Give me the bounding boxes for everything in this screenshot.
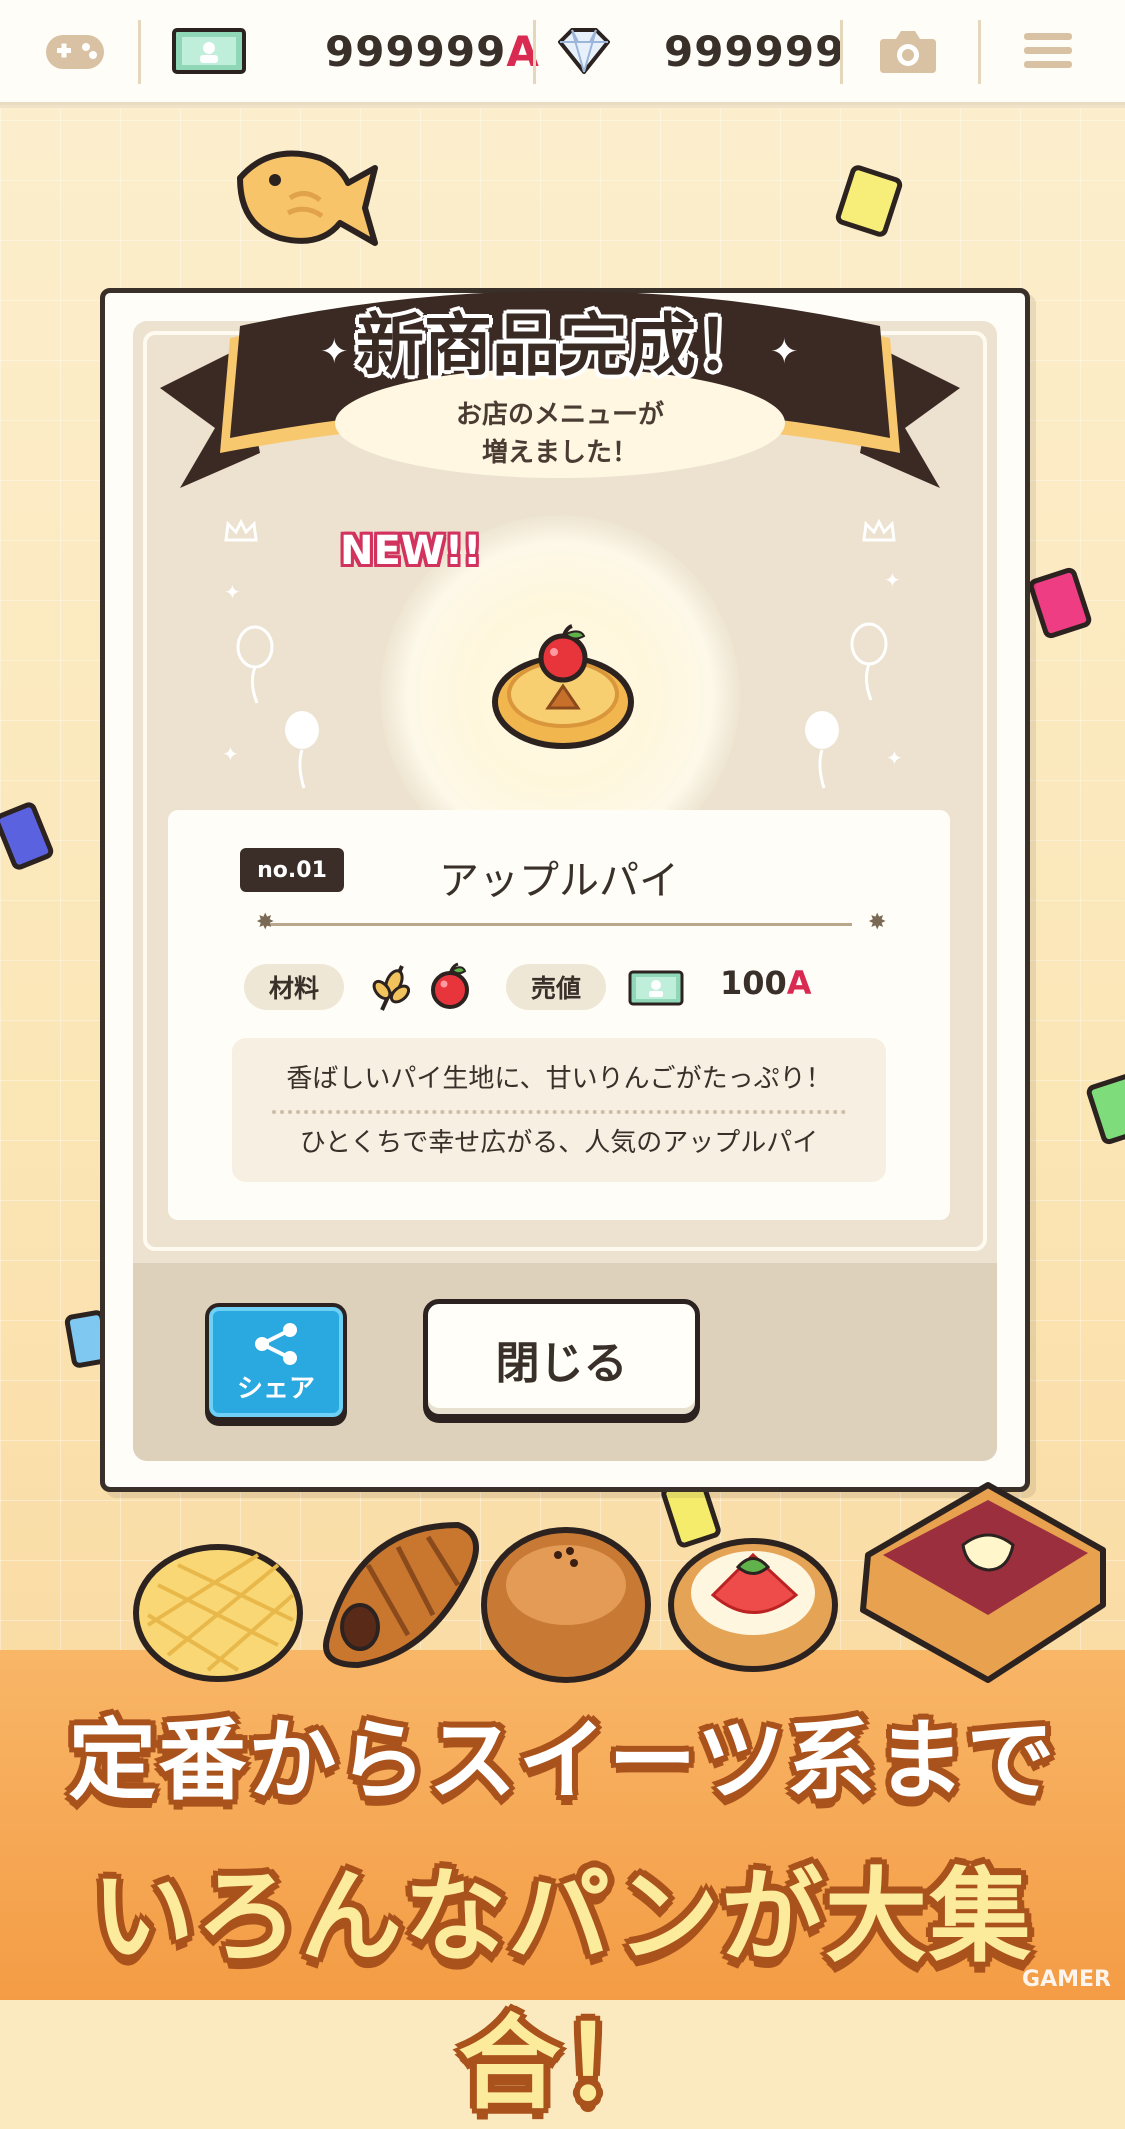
money-value: 999999: [325, 26, 507, 76]
crown-icon: [224, 518, 258, 542]
gem-value: 999999: [664, 26, 846, 76]
name-divider: [266, 923, 852, 926]
apple-pie-icon: [492, 624, 634, 749]
item-description: 香ばしいパイ生地に、甘いりんごがたっぷり！ ひとくちで幸せ広がる、人気のアップル…: [232, 1038, 886, 1182]
ingredients-label: 材料: [244, 964, 344, 1010]
taiyaki-icon: [237, 150, 378, 246]
balloon-icon: [850, 622, 888, 701]
banknote-icon: [628, 970, 684, 1006]
apple-icon: [431, 962, 469, 1009]
sparkle-icon: ✦: [222, 742, 239, 766]
camera-icon: [880, 31, 936, 73]
balloon-icon: [285, 711, 319, 789]
divider: [533, 20, 536, 84]
share-label: シェア: [236, 1374, 315, 1404]
sparkle-icon: ✦: [886, 746, 903, 770]
gamer-watermark: GAMER: [1022, 1967, 1111, 1992]
dialog-title: 新商品完成！: [355, 307, 764, 386]
description-line-2: ひとくちで幸せ広がる、人気のアップルパイ: [299, 1128, 819, 1158]
promo-line-1: 定番からスイーツ系まで: [68, 1709, 1057, 1812]
camera-button[interactable]: [878, 0, 938, 102]
close-button[interactable]: 閉じる: [423, 1299, 700, 1419]
new-badge: NEW!!: [340, 528, 482, 574]
gamepad-button[interactable]: [44, 0, 106, 102]
anpan-icon: [481, 1527, 651, 1683]
gamepad-icon: [46, 35, 104, 69]
banknote-icon: [172, 0, 246, 102]
divider: [840, 20, 843, 84]
diamond-icon: [556, 0, 612, 102]
wheat-icon: [372, 965, 411, 1011]
divider-star-icon: ✸: [868, 910, 887, 935]
crown-icon: [862, 518, 896, 542]
melon-pan-icon: [133, 1544, 303, 1682]
fruit-danish-icon: [668, 1538, 838, 1672]
share-button[interactable]: シェア: [205, 1303, 347, 1421]
dialog-subtitle: お店のメニューが 増えました！: [455, 400, 664, 468]
title-ribbon: ✦ ✦ 新商品完成！ お店のメニューが 増えました！: [160, 278, 960, 528]
description-line-1: 香ばしいパイ生地に、甘いりんごがたっぷり！: [286, 1064, 832, 1094]
divider-star-icon: ✸: [256, 910, 275, 935]
bread-lineup-illustration: [133, 1482, 1106, 1683]
product-info-card: no.01 アップルパイ ✸ ✸ 材料 売値 100A 香ばしいパイ生地に、甘い…: [168, 810, 950, 1220]
balloon-icon: [805, 711, 839, 789]
item-name: アップルパイ: [439, 858, 679, 904]
money-counter: 999999A: [325, 0, 540, 102]
sparkle-icon: ✦: [884, 568, 901, 592]
top-status-bar: 999999A 999999: [0, 0, 1125, 105]
price-label: 売値: [506, 964, 606, 1010]
share-icon: [255, 1323, 297, 1365]
price-value: 100A: [720, 964, 812, 1002]
menu-button[interactable]: [1022, 0, 1074, 102]
anko-butter-toast-icon: [860, 1482, 1106, 1683]
divider: [138, 20, 141, 84]
hamburger-menu-icon: [1024, 33, 1072, 68]
sparkle-icon: ✦: [224, 580, 241, 604]
dotted-divider: [272, 1110, 846, 1114]
balloon-icon: [236, 625, 274, 704]
gem-counter: 999999: [664, 0, 845, 102]
divider: [978, 20, 981, 84]
chocolate-cornet-icon: [323, 1521, 479, 1669]
promo-line-2: いろんなパンが大集合！: [91, 1858, 1034, 2124]
